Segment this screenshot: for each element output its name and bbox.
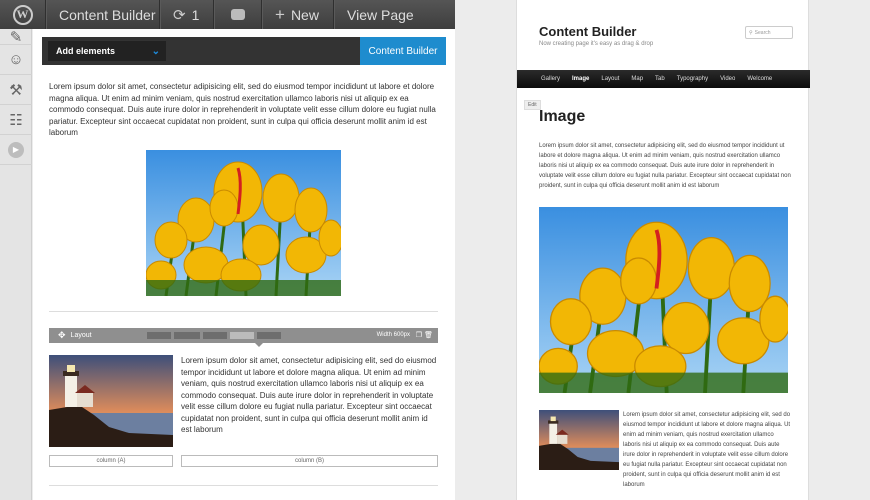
nav-item[interactable]: Video xyxy=(720,76,735,82)
preview-paragraph: Lorem ipsum dolor sit amet, consectetur … xyxy=(623,412,791,488)
tulip-image[interactable] xyxy=(146,150,341,296)
nav-item[interactable]: Typography xyxy=(677,76,708,82)
column-preset[interactable] xyxy=(147,332,171,339)
lighthouse-image[interactable] xyxy=(49,355,173,447)
view-page-label: View Page xyxy=(347,6,414,23)
add-elements-dropdown[interactable]: Add elements ⌄ xyxy=(48,41,166,61)
site-name-link[interactable]: Content Builder xyxy=(46,0,160,29)
new-content-menu[interactable]: + New xyxy=(262,0,334,29)
page-preview: Content Builder Now creating page it's e… xyxy=(516,0,810,500)
preview-site-title[interactable]: Content Builder xyxy=(539,24,637,39)
wordpress-menu[interactable]: W xyxy=(0,0,46,29)
layout-bar[interactable]: ✥ Layout Width 600px ❐ 🗑 xyxy=(49,328,438,347)
chevron-down-icon: ⌄ xyxy=(151,45,160,57)
content-builder-button[interactable]: Content Builder xyxy=(360,37,446,65)
column-preset-active[interactable] xyxy=(230,332,254,339)
section-divider xyxy=(49,485,438,486)
updates-count: 1 xyxy=(191,6,200,23)
width-label: Width 600px xyxy=(376,332,410,338)
column-a-box[interactable]: column (A) xyxy=(49,455,173,467)
nav-item[interactable]: Map xyxy=(631,76,643,82)
view-page-link[interactable]: View Page xyxy=(334,0,452,29)
comments-link[interactable] xyxy=(214,0,262,29)
preview-tulip-image xyxy=(539,207,788,393)
nav-item-current[interactable]: Image xyxy=(572,76,589,82)
preview-lighthouse-graphic xyxy=(539,410,619,470)
preview-nav: Gallery Image Layout Map Tab Typography … xyxy=(517,70,810,88)
nav-item[interactable]: Layout xyxy=(601,76,619,82)
settings-icon[interactable]: ☷ xyxy=(0,105,32,135)
admin-sidebar: ✎ ☺ ⚒ ☷ ▶ xyxy=(0,29,32,500)
nav-item[interactable]: Welcome xyxy=(747,76,772,82)
site-name-label: Content Builder xyxy=(59,6,156,23)
layout-label: Layout xyxy=(70,332,92,339)
refresh-icon: ⟳ xyxy=(173,6,186,24)
collapse-menu[interactable]: ▶ xyxy=(0,135,32,165)
text-block[interactable]: Lorem ipsum dolor sit amet, consectetur … xyxy=(49,81,444,139)
nav-item[interactable]: Gallery xyxy=(541,76,560,82)
preview-tulip-graphic xyxy=(539,207,788,393)
builder-toolbar: Add elements ⌄ Content Builder xyxy=(42,37,446,65)
column-presets xyxy=(147,332,281,339)
comments-icon[interactable]: ✎ xyxy=(0,29,32,46)
plus-icon: + xyxy=(275,4,285,24)
wordpress-icon: W xyxy=(12,4,33,25)
add-elements-label: Add elements xyxy=(56,46,116,56)
preview-page-heading: Image xyxy=(539,108,586,125)
admin-bar: W Content Builder ⟳ 1 + New View Page xyxy=(0,0,455,29)
search-icon: ⚲ xyxy=(749,29,753,36)
column-preset[interactable] xyxy=(257,332,281,339)
new-label: New xyxy=(290,6,319,23)
users-icon[interactable]: ☺ xyxy=(0,45,32,75)
collapse-icon: ▶ xyxy=(8,141,24,158)
column-preset[interactable] xyxy=(203,332,227,339)
preview-paragraph: Lorem ipsum dolor sit amet, consectetur … xyxy=(539,143,791,189)
tools-icon[interactable]: ⚒ xyxy=(0,75,32,105)
duplicate-icon[interactable]: ❐ xyxy=(416,331,422,339)
text-block[interactable]: Lorem ipsum dolor sit amet, consectetur … xyxy=(181,355,439,436)
updates-link[interactable]: ⟳ 1 xyxy=(160,0,214,29)
trash-icon[interactable]: 🗑 xyxy=(424,331,433,339)
move-icon[interactable]: ✥ xyxy=(58,330,66,341)
lighthouse-image-graphic xyxy=(49,355,173,447)
nav-item[interactable]: Tab xyxy=(655,76,665,82)
preview-lighthouse-image xyxy=(539,410,619,470)
comment-icon xyxy=(231,9,245,20)
section-divider xyxy=(49,311,438,312)
content-builder-editor: Add elements ⌄ Content Builder Lorem ips… xyxy=(33,29,455,500)
preset-indicator xyxy=(255,343,263,347)
column-b-box[interactable]: column (B) xyxy=(181,455,438,467)
column-preset[interactable] xyxy=(174,332,200,339)
tulip-image-graphic xyxy=(146,150,341,296)
preview-search-input[interactable]: ⚲ Search xyxy=(745,26,793,39)
preview-tagline: Now creating page it's easy as drag & dr… xyxy=(539,41,654,47)
search-placeholder: Search xyxy=(754,29,771,36)
